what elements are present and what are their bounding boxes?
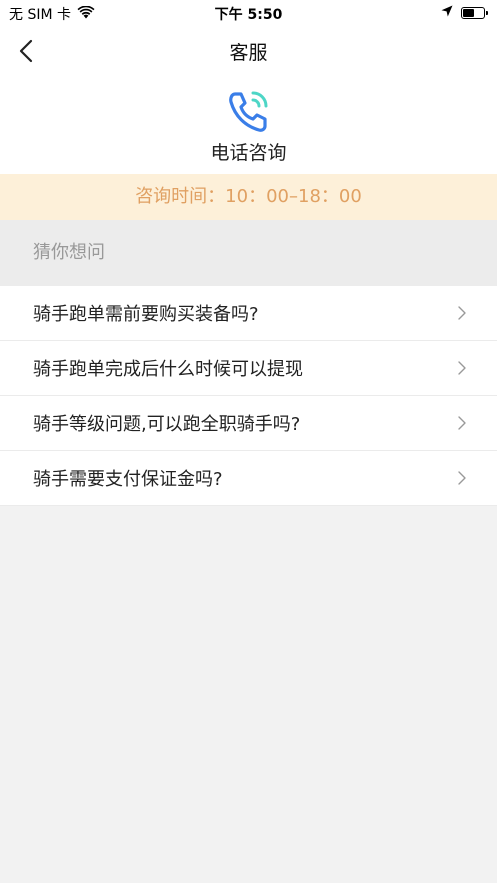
phone-consult-label: 电话咨询 [210,142,287,164]
battery-icon [461,7,488,19]
faq-list: 骑手跑单需前要购买装备吗? 骑手跑单完成后什么时候可以提现 骑手等级问题,可以跑… [0,286,497,506]
status-bar: 无 SIM 卡 下午 5:50 [0,0,497,26]
consult-hours-banner: 咨询时间：10：00–18：00 [0,174,497,220]
page-title: 客服 [229,42,268,64]
phone-call-icon [228,91,267,132]
location-arrow-icon [441,5,453,21]
nav-bar: 客服 [0,26,497,76]
chevron-right-icon [458,471,466,485]
faq-item[interactable]: 骑手需要支付保证金吗? [0,451,497,506]
chevron-right-icon [458,306,466,320]
status-right [441,5,488,21]
faq-item-text: 骑手跑单完成后什么时候可以提现 [33,359,303,380]
chevron-right-icon [458,416,466,430]
status-time: 下午 5:50 [214,7,283,23]
chevron-right-icon [458,361,466,375]
phone-consult-button[interactable]: 电话咨询 [0,76,497,174]
header-area: 无 SIM 卡 下午 5:50 客服 电话咨询 [0,0,497,174]
faq-item-text: 骑手等级问题,可以跑全职骑手吗? [33,414,301,435]
faq-item-text: 骑手需要支付保证金吗? [33,469,223,490]
faq-item[interactable]: 骑手跑单完成后什么时候可以提现 [0,341,497,396]
faq-item-text: 骑手跑单需前要购买装备吗? [33,304,259,325]
faq-section-title: 猜你想问 [0,220,497,286]
faq-item[interactable]: 骑手等级问题,可以跑全职骑手吗? [0,396,497,451]
faq-item[interactable]: 骑手跑单需前要购买装备吗? [0,286,497,341]
